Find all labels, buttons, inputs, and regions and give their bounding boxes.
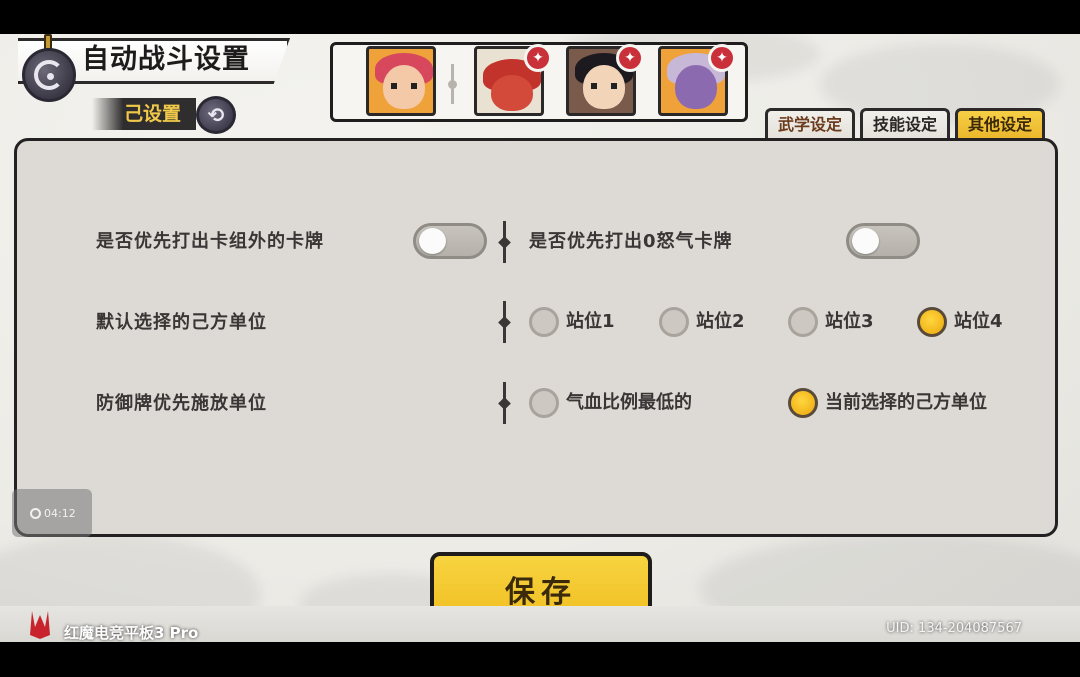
uid-label: UID: 134-204087567 (886, 621, 1022, 636)
option-label-position-3: 站位3 (825, 311, 874, 332)
portrait-4-badge-icon: ✦ (708, 44, 736, 72)
option-label-lowest-hp: 气血比例最低的 (566, 392, 692, 413)
clock-time: 04:12 (44, 506, 76, 520)
radio-current-selected[interactable] (788, 388, 818, 418)
setting-label-offdeck: 是否优先打出卡组外的卡牌 (96, 231, 324, 252)
toggle-offdeck-first[interactable] (413, 223, 487, 259)
toggle-zero-rage-first[interactable] (846, 223, 920, 259)
radio-position-1[interactable] (529, 307, 559, 337)
hero-portrait-1[interactable] (366, 46, 436, 116)
setting-label-default-unit: 默认选择的己方单位 (96, 312, 267, 333)
portrait-2-badge-icon: ✦ (524, 44, 552, 72)
top-black-bar (0, 0, 1080, 34)
radio-position-3[interactable] (788, 307, 818, 337)
toggle-knob (419, 228, 446, 254)
swap-preset-button[interactable]: ⟲ (196, 96, 236, 134)
red-magic-logo-icon (30, 611, 50, 639)
back-arrow-icon (34, 60, 64, 90)
row-separator (503, 382, 506, 424)
option-label-position-1: 站位1 (566, 311, 615, 332)
bottom-black-bar (0, 642, 1080, 677)
tab-other-settings[interactable]: 其他设定 (955, 108, 1045, 140)
swap-icon: ⟲ (207, 103, 225, 127)
radio-position-2[interactable] (659, 307, 689, 337)
radio-position-4[interactable] (917, 307, 947, 337)
option-label-position-2: 站位2 (696, 311, 745, 332)
row-separator (503, 221, 506, 263)
preset-label[interactable]: 己设置 (92, 98, 196, 130)
toggle-knob (852, 228, 879, 254)
radio-lowest-hp[interactable] (529, 388, 559, 418)
tab-martial-arts[interactable]: 武学设定 (765, 108, 855, 140)
option-label-position-4: 站位4 (954, 311, 1003, 332)
setting-label-zero-rage: 是否优先打出0怒气卡牌 (529, 231, 733, 252)
game-screen: 自动战斗设置 己设置 ⟲ ✦ ✦ ✦ 武学设定 技能设定 其他设定 是否优先打出… (0, 0, 1080, 677)
back-button[interactable] (22, 48, 76, 102)
clock-overlay: 04:12 (12, 489, 92, 537)
clock-icon (30, 507, 41, 519)
setting-label-defense-target: 防御牌优先施放单位 (96, 393, 267, 414)
settings-panel (14, 138, 1058, 537)
row-separator (503, 301, 506, 343)
page-title: 自动战斗设置 (82, 44, 250, 75)
device-watermark: 红魔电竞平板3 Pro (64, 624, 199, 642)
portrait-divider (448, 64, 457, 104)
tab-skills[interactable]: 技能设定 (860, 108, 950, 140)
portrait-3-badge-icon: ✦ (616, 44, 644, 72)
option-label-current-selected: 当前选择的己方单位 (825, 392, 987, 413)
